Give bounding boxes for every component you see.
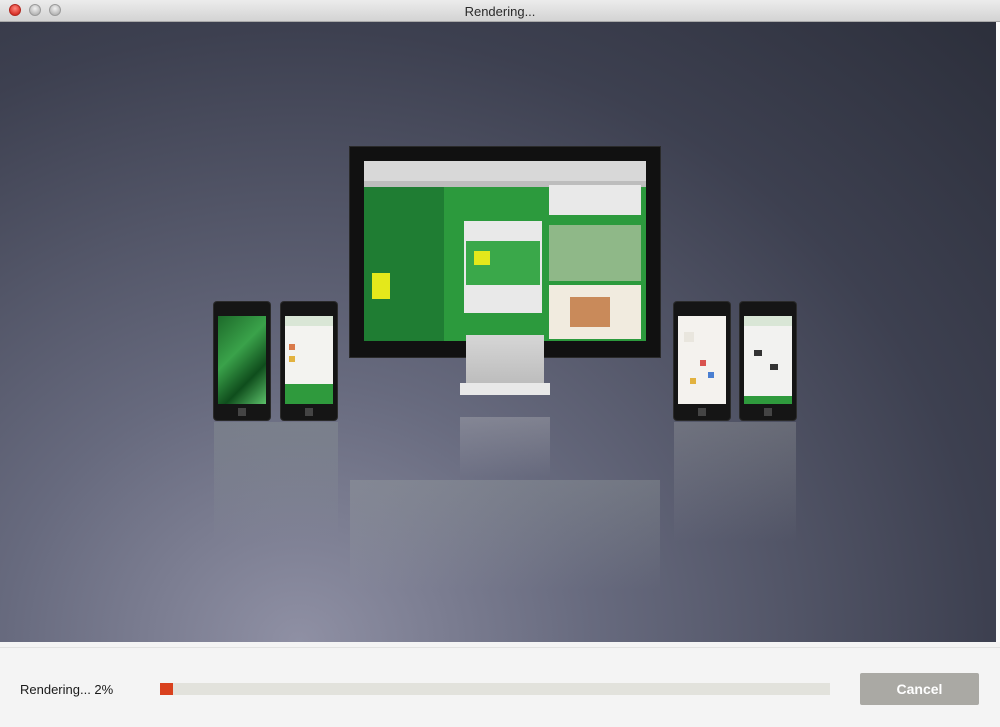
divider (0, 647, 1000, 648)
floor-reflection (214, 422, 338, 542)
window-title: Rendering... (464, 4, 536, 19)
floor-reflection (350, 480, 660, 590)
floor-reflection (674, 422, 796, 542)
cancel-button[interactable]: Cancel (860, 673, 979, 705)
monitor-stand-base (460, 383, 550, 395)
phone-preview-2 (281, 302, 337, 420)
render-preview (0, 22, 996, 642)
phone-preview-1 (214, 302, 270, 420)
render-progress-fill (160, 683, 173, 695)
phone-preview-4 (740, 302, 796, 420)
render-progress-bar (160, 683, 830, 695)
monitor-stand (466, 335, 544, 383)
title-bar: Rendering... (0, 0, 1000, 22)
floor-reflection (460, 417, 550, 477)
monitor-preview (350, 147, 660, 357)
rendering-status: Rendering... 2% (20, 682, 114, 697)
phone-preview-3 (674, 302, 730, 420)
